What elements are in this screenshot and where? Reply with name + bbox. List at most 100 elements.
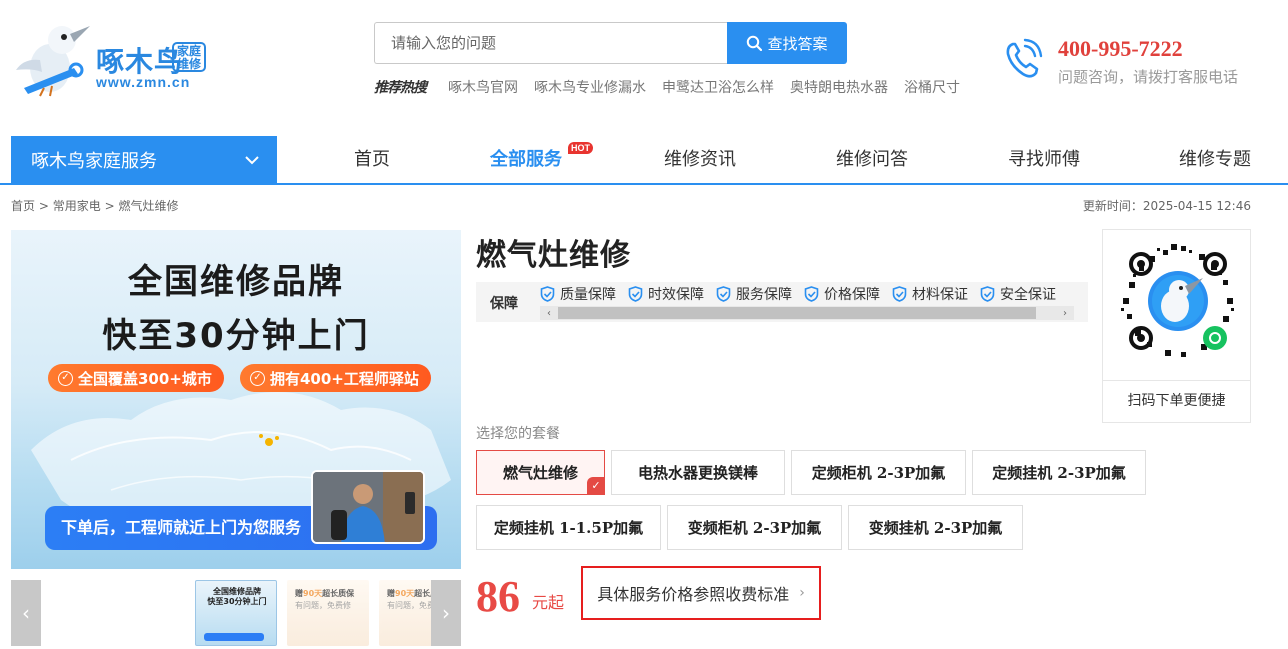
banner-pill-label: 拥有400+工程师驿站 — [270, 369, 419, 388]
logo-badge: 家庭 维修 — [172, 42, 206, 72]
thumbnail-text: 快至30分钟上门 — [207, 597, 267, 606]
search-button[interactable]: 查找答案 — [727, 22, 847, 64]
package-option-label: 定频柜机 2-3P加氟 — [811, 464, 946, 482]
nav-item-label: 维修问答 — [836, 149, 908, 170]
breadcrumb-separator: > — [38, 199, 49, 213]
price-standard-link[interactable]: 具体服务价格参照收费标准 › — [581, 566, 821, 620]
nav-item-label: 全部服务 — [490, 149, 562, 170]
hot-search-link[interactable]: 啄木鸟官网 — [448, 77, 518, 97]
thumbnail-text: 赠90天超长质保 — [295, 588, 354, 599]
banner-pill-stations: ✓ 拥有400+工程师驿站 — [240, 364, 431, 392]
nav-item-label: 维修专题 — [1179, 149, 1251, 170]
qr-code-box: 扫码下单更便捷 — [1102, 229, 1251, 423]
shield-check-icon — [716, 286, 731, 302]
package-option-water-heater[interactable]: 电热水器更换镁棒 — [611, 450, 785, 495]
scroll-left-icon[interactable]: ‹ — [540, 306, 558, 320]
thumbnail-prev-button[interactable]: ‹ — [11, 580, 41, 646]
logo-badge-line-1: 家庭 — [176, 44, 201, 58]
search-input[interactable] — [374, 22, 728, 64]
nav-item-repair-qa[interactable]: 维修问答 — [836, 136, 908, 183]
arrow-right-icon: › — [442, 601, 450, 625]
package-option-inverter-wall[interactable]: 变频挂机 2-3P加氟 — [848, 505, 1023, 550]
hot-search-link[interactable]: 奥特朗电热水器 — [790, 77, 888, 97]
hot-search-link[interactable]: 浴桶尺寸 — [904, 77, 960, 97]
nav-item-label: 首页 — [354, 149, 390, 170]
mini-program-qr-icon — [1121, 244, 1234, 357]
price-standard-label: 具体服务价格参照收费标准 — [597, 585, 790, 604]
nav-item-label: 维修资讯 — [664, 149, 736, 170]
scrollbar-thumb[interactable] — [558, 307, 1036, 319]
nav-item-label: 寻找师傅 — [1008, 149, 1080, 170]
hot-search-link[interactable]: 啄木鸟专业修漏水 — [534, 77, 646, 97]
package-option-gas-stove[interactable]: 燃气灶维修 ✓ — [476, 450, 605, 495]
check-icon: ✓ — [587, 477, 605, 495]
guarantee-item: 材料保证 — [892, 284, 968, 304]
search-button-label: 查找答案 — [767, 34, 828, 53]
thumbnail-text-prefix: 赠 — [295, 589, 303, 598]
hot-badge: HOT — [568, 142, 593, 154]
thumbnail-strip: ‹ 全国维修品牌 快至30分钟上门 赠90天超长质保 有问题，免费修 赠90天超… — [11, 580, 461, 646]
thumbnail-subtext: 有问题，免费修 — [295, 601, 351, 610]
product-title: 燃气灶维修 — [476, 238, 631, 273]
thumbnail-text: 全国维修品牌 — [213, 587, 261, 596]
check-icon: ✓ — [58, 370, 73, 386]
guarantee-box: 保障 质量保障 时效保障 服务保障 价格保障 材料保证 安全保证 ‹ › — [476, 282, 1088, 322]
package-option-label: 定频挂机 2-3P加氟 — [992, 464, 1126, 482]
guarantee-scrollbar[interactable]: ‹ › — [540, 306, 1074, 320]
divider — [1103, 380, 1250, 381]
package-option-fixed-wall-1-1.5p[interactable]: 定频挂机 1-1.5P加氟 — [476, 505, 661, 550]
technician-illustration — [313, 472, 423, 542]
main-banner[interactable]: 全国维修品牌 快至30分钟上门 ✓ 全国覆盖300+城市 ✓ 拥有400+工程师… — [11, 230, 461, 569]
guarantee-item-label: 安全保证 — [1000, 287, 1056, 303]
guarantee-item-label: 质量保障 — [560, 287, 616, 303]
package-option-inverter-cabinet[interactable]: 变频柜机 2-3P加氟 — [667, 505, 842, 550]
hot-search-link[interactable]: 申鹭达卫浴怎么样 — [662, 77, 774, 97]
thumbnail-1[interactable]: 全国维修品牌 快至30分钟上门 — [195, 580, 277, 646]
thumbnail-text-suffix: 超长质保 — [322, 589, 355, 598]
site-logo[interactable]: 啄木鸟 家庭 维修 www.zmn.cn — [10, 18, 210, 98]
hot-search-label: 推荐热搜 — [374, 80, 427, 96]
guarantee-item-label: 时效保障 — [648, 287, 704, 303]
nav-item-home[interactable]: 首页 — [354, 136, 390, 183]
update-time: 更新时间：2025-04-15 12:46 — [1082, 199, 1251, 213]
package-option-label: 变频挂机 2-3P加氟 — [868, 519, 1003, 537]
nav-item-all-services[interactable]: 全部服务 HOT — [490, 136, 593, 183]
package-option-label: 燃气灶维修 — [502, 464, 578, 482]
banner-headline-1: 全国维修品牌 — [128, 262, 344, 302]
thumbnail-2[interactable]: 赠90天超长质保 有问题，免费修 — [287, 580, 369, 646]
hot-search: 推荐热搜 啄木鸟官网 啄木鸟专业修漏水 申鹭达卫浴怎么样 奥特朗电热水器 浴桶尺… — [374, 76, 976, 98]
thumbnail-text-highlight: 90天 — [303, 589, 323, 598]
guarantee-item: 服务保障 — [716, 284, 792, 304]
phone-number: 400-995-7222 — [1058, 36, 1183, 61]
guarantee-item-label: 服务保障 — [736, 287, 792, 303]
thumbnail-bar — [204, 633, 264, 641]
shield-check-icon — [540, 286, 555, 302]
qr-caption: 扫码下单更便捷 — [1127, 393, 1226, 409]
category-menu-button[interactable]: 啄木鸟家庭服务 — [11, 136, 277, 183]
breadcrumb-home[interactable]: 首页 — [11, 199, 35, 213]
package-option-fixed-cabinet[interactable]: 定频柜机 2-3P加氟 — [791, 450, 966, 495]
shield-check-icon — [980, 286, 995, 302]
thumbnail-next-button[interactable]: › — [431, 580, 461, 646]
package-option-label: 定频挂机 1-1.5P加氟 — [493, 519, 644, 537]
guarantee-item: 质量保障 — [540, 284, 616, 304]
package-option-fixed-wall-2-3p[interactable]: 定频挂机 2-3P加氟 — [972, 450, 1146, 495]
nav-item-repair-news[interactable]: 维修资讯 — [664, 136, 736, 183]
banner-pill-label: 全国覆盖300+城市 — [78, 369, 212, 388]
category-menu-label: 啄木鸟家庭服务 — [31, 150, 157, 172]
breadcrumb: 首页 > 常用家电 > 燃气灶维修 — [11, 197, 178, 214]
nav-item-find-master[interactable]: 寻找师傅 — [1008, 136, 1080, 183]
package-option-label: 变频柜机 2-3P加氟 — [687, 519, 822, 537]
main-nav: 啄木鸟家庭服务 首页 全部服务 HOT 维修资讯 维修问答 寻找师傅 维修专题 — [0, 136, 1288, 185]
thumbnail-text-highlight: 90天 — [395, 589, 415, 598]
breadcrumb-current[interactable]: 燃气灶维修 — [118, 199, 178, 213]
site-header: 啄木鸟 家庭维修 www.zmn.cn 查找答案 推荐热搜 啄木鸟官网 啄木鸟专… — [0, 0, 1288, 128]
nav-item-repair-topics[interactable]: 维修专题 — [1179, 136, 1251, 183]
phone-icon — [1006, 38, 1043, 78]
breadcrumb-appliances[interactable]: 常用家电 — [53, 199, 101, 213]
arrow-left-icon: ‹ — [22, 601, 30, 625]
logo-domain: www.zmn.cn — [96, 74, 191, 90]
scroll-right-icon[interactable]: › — [1056, 306, 1074, 320]
banner-headline-2: 快至30分钟上门 — [102, 316, 370, 356]
banner-pill-cities: ✓ 全国覆盖300+城市 — [48, 364, 224, 392]
